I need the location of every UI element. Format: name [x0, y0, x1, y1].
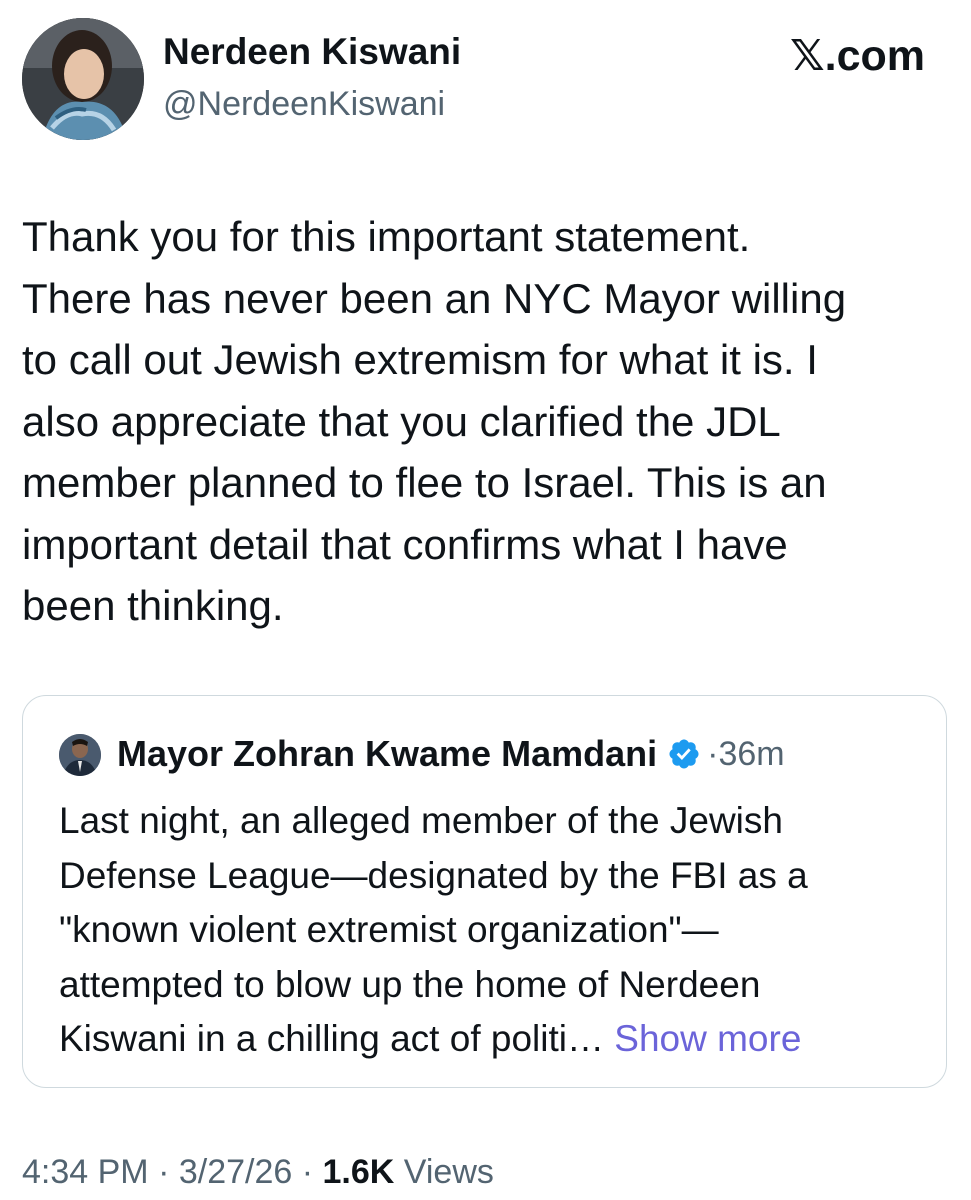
brand-domain: .com — [824, 32, 925, 80]
quoted-tweet-text: Last night, an alleged member of the Jew… — [59, 794, 919, 1067]
meta-separator: · — [148, 1153, 179, 1191]
quoted-author-avatar-image — [59, 734, 101, 776]
tweet-card: Nerdeen Kiswani @NerdeenKiswani 𝕏.com Th… — [0, 0, 971, 1200]
tweet-time[interactable]: 4:34 PM — [22, 1153, 149, 1191]
quoted-tweet-header: Mayor Zohran Kwame Mamdani ·36m — [117, 730, 785, 778]
tweet-header: Nerdeen Kiswani @NerdeenKiswani 𝕏.com — [0, 0, 971, 160]
quoted-tweet-time[interactable]: ·36m — [707, 735, 784, 774]
show-more-link[interactable]: Show more — [604, 1018, 801, 1059]
author-name[interactable]: Nerdeen Kiswani — [163, 30, 461, 74]
views-label: Views — [394, 1153, 494, 1191]
quoted-tweet[interactable]: Mayor Zohran Kwame Mamdani ·36m Last nig… — [22, 695, 947, 1088]
x-com-logo: 𝕏.com — [790, 30, 925, 82]
time-separator: · — [707, 734, 719, 773]
author-avatar-image — [22, 18, 144, 140]
meta-separator: · — [292, 1153, 323, 1191]
tweet-meta: 4:34 PM · 3/27/26 · 1.6K Views — [22, 1148, 494, 1196]
verified-badge-icon — [667, 737, 701, 771]
quoted-author-name[interactable]: Mayor Zohran Kwame Mamdani — [117, 733, 657, 775]
views-count[interactable]: 1.6K — [323, 1153, 395, 1191]
quoted-author-avatar[interactable] — [59, 734, 101, 776]
time-ago: 36m — [718, 734, 785, 773]
author-handle[interactable]: @NerdeenKiswani — [163, 82, 445, 126]
tweet-text: Thank you for this important statement. … — [22, 213, 847, 629]
tweet-date[interactable]: 3/27/26 — [179, 1153, 292, 1191]
x-logo-icon: 𝕏 — [789, 31, 825, 81]
author-avatar[interactable] — [22, 18, 144, 140]
